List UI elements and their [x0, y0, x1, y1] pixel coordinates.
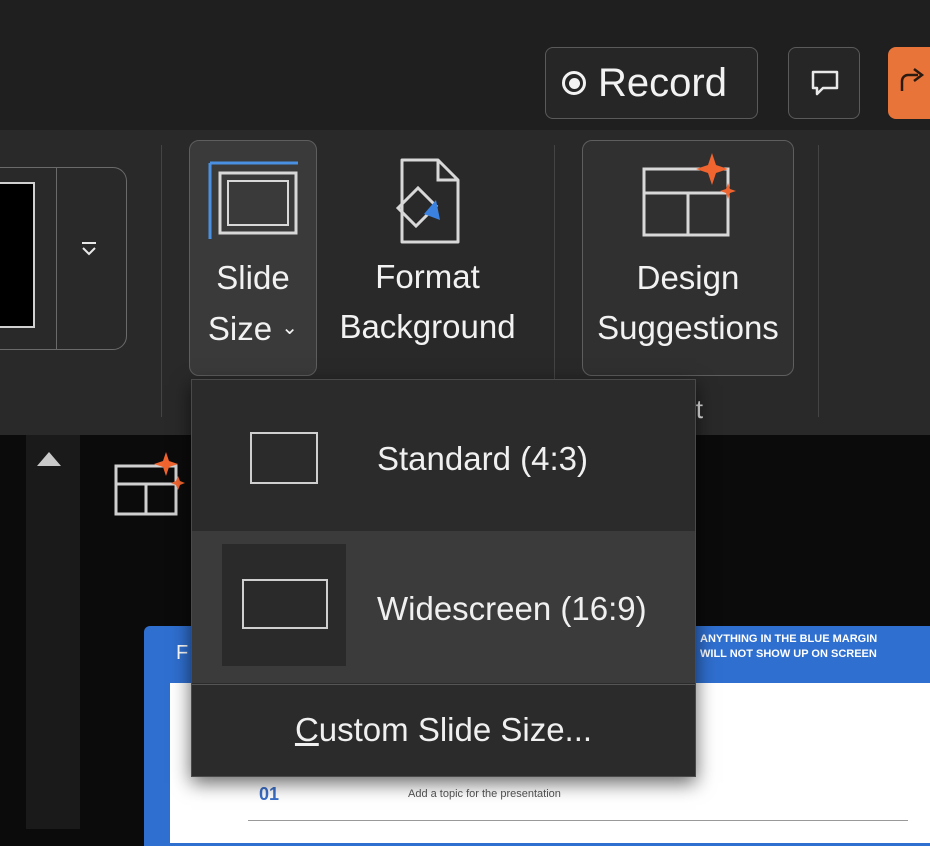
slide-size-label-2: Size ⌄ [207, 310, 299, 347]
comments-button[interactable] [788, 47, 860, 119]
record-icon [562, 71, 586, 95]
chevron-down-icon: ⌄ [281, 317, 299, 339]
slide-divider [248, 820, 908, 821]
design-suggestions-label-2: Suggestions [597, 309, 779, 346]
design-suggestions-label-1: Design [636, 259, 740, 296]
share-button[interactable] [888, 47, 930, 119]
format-background-button[interactable]: Format Background [325, 140, 530, 376]
slide-item-topic: Add a topic for the presentation [408, 788, 561, 800]
share-icon [900, 68, 925, 91]
menu-item-custom-label: Custom Slide Size... [294, 711, 593, 748]
ribbon-separator [161, 145, 162, 417]
slide-margin-note: ANYTHING IN THE BLUE MARGIN WILL NOT SHO… [700, 633, 878, 660]
gallery-divider [56, 168, 57, 349]
menu-item-standard-label: Standard (4:3) [377, 440, 588, 477]
format-background-label-2: Background [339, 308, 516, 345]
format-background-icon [395, 158, 460, 244]
designer-pane-icon[interactable] [112, 448, 192, 520]
comment-icon [811, 70, 839, 96]
record-button[interactable]: Record [545, 47, 758, 119]
standard-aspect-icon [250, 432, 318, 484]
more-icon [82, 242, 96, 256]
gallery-more-button[interactable] [79, 235, 99, 266]
slide-item-number: 01 [259, 784, 280, 804]
theme-thumbnail[interactable] [0, 182, 35, 328]
widescreen-aspect-icon [242, 579, 328, 629]
slide-corner-letter: F [176, 642, 189, 664]
format-background-label-1: Format [375, 258, 480, 295]
slide-size-icon [208, 161, 298, 239]
ribbon-separator [554, 145, 555, 417]
menu-item-standard[interactable]: Standard (4:3) [192, 380, 695, 530]
ribbon-separator [818, 145, 819, 417]
record-label: Record [598, 60, 727, 105]
scroll-up-arrow-icon[interactable] [37, 452, 61, 466]
slide-size-button[interactable]: Slide Size ⌄ [189, 140, 317, 376]
slide-size-label-1: Slide [216, 259, 290, 296]
design-ideas-icon [642, 153, 736, 237]
menu-item-custom-slide-size[interactable]: Custom Slide Size... [192, 684, 695, 776]
thumbnail-scrollbar[interactable] [26, 435, 80, 829]
menu-item-widescreen-label: Widescreen (16:9) [377, 590, 647, 627]
design-suggestions-button[interactable]: Design Suggestions [582, 140, 794, 376]
